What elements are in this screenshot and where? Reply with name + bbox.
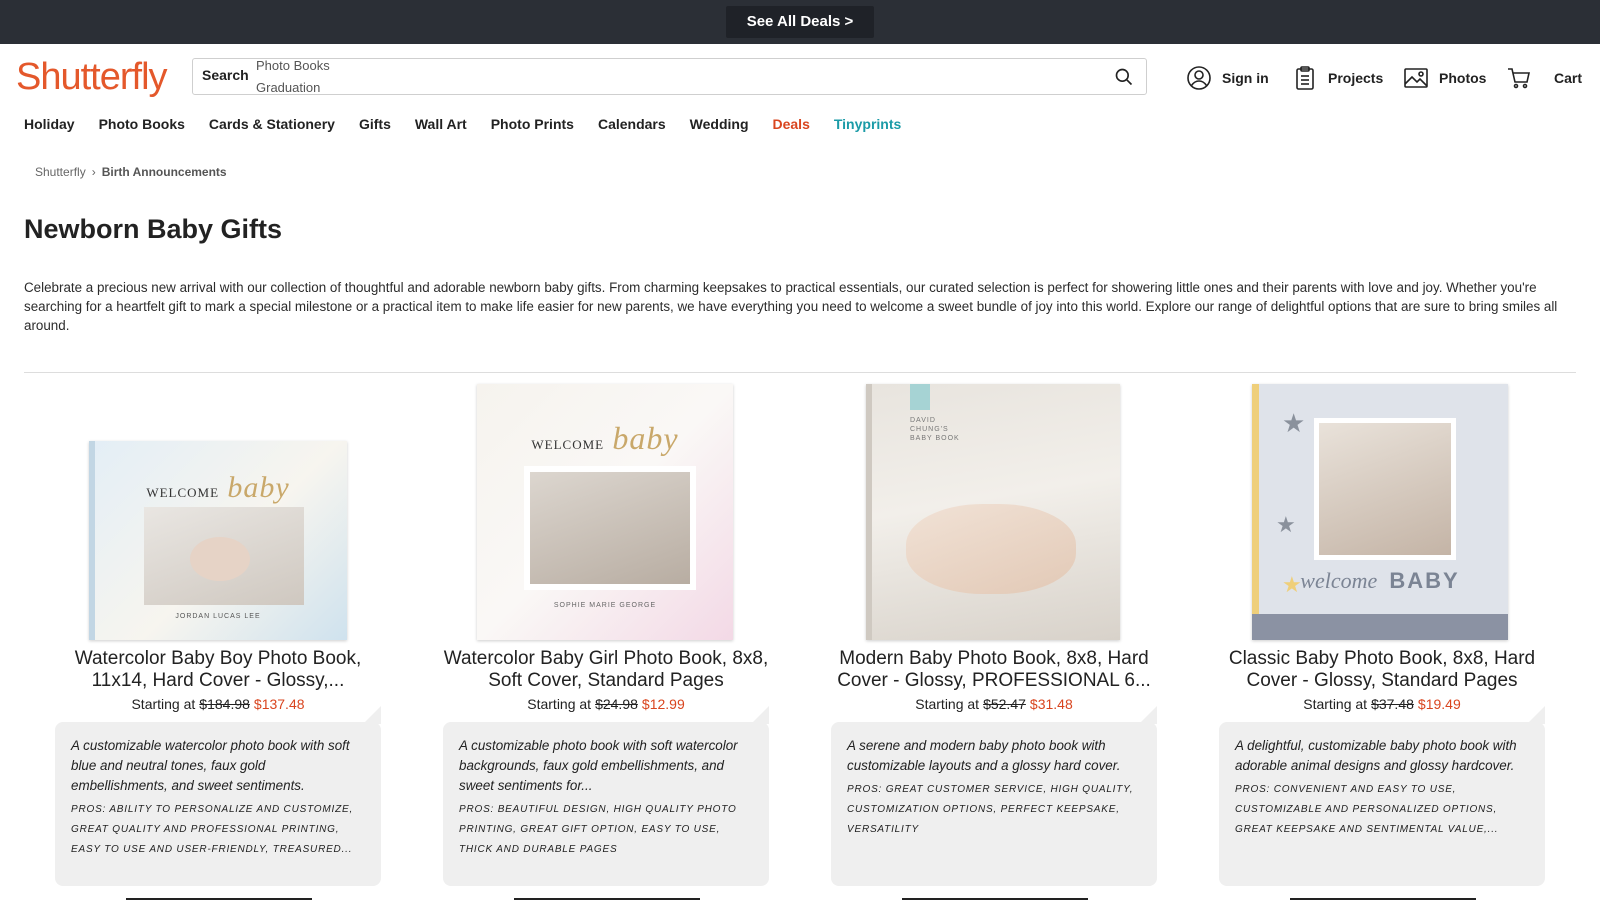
projects-link[interactable]: Projects <box>1292 64 1383 92</box>
book-cover: DAVID CHUNG'S BABY BOOK <box>866 384 1120 640</box>
product-card[interactable]: ★ ★ ★ welcome BABY Classic Baby Photo Bo… <box>1212 384 1552 886</box>
cover-heading: DAVID CHUNG'S BABY BOOK <box>910 417 960 442</box>
book-cover: WELCOME baby JORDAN LUCAS LEE <box>89 441 347 640</box>
nav-item-photo-prints[interactable]: Photo Prints <box>491 116 574 132</box>
review-summary: A customizable photo book with soft wate… <box>443 706 769 886</box>
cover-welcome: welcome <box>1300 568 1378 593</box>
product-image[interactable]: WELCOME baby SOPHIE MARIE GEORGE <box>436 384 776 640</box>
baby-photo <box>524 466 696 590</box>
see-all-deals-button[interactable]: See All Deals > <box>726 6 874 38</box>
star-icon: ★ <box>1276 512 1296 537</box>
nav-item-holiday[interactable]: Holiday <box>24 116 75 132</box>
old-price: $184.98 <box>199 696 250 712</box>
clipboard-icon <box>1296 66 1314 90</box>
nav-item-wall-art[interactable]: Wall Art <box>415 116 467 132</box>
promo-bar: See All Deals > <box>0 0 1600 44</box>
review-summary: A delightful, customizable baby photo bo… <box>1219 706 1545 886</box>
sale-price: $12.99 <box>641 696 685 712</box>
shutterfly-logo[interactable]: Shutterfly <box>16 57 168 97</box>
product-image[interactable]: WELCOME baby JORDAN LUCAS LEE <box>48 384 388 640</box>
old-price: $24.98 <box>595 696 638 712</box>
nav-item-tinyprints[interactable]: Tinyprints <box>834 116 901 132</box>
cart-link[interactable]: Cart <box>1506 64 1582 92</box>
price-line: Starting at $52.47 $31.48 <box>824 696 1164 712</box>
review-pros: Pros: Beautiful design, high quality pho… <box>459 804 737 855</box>
divider <box>24 372 1576 373</box>
nav-item-deals[interactable]: Deals <box>773 116 810 132</box>
product-card[interactable]: WELCOME baby JORDAN LUCAS LEE Watercolor… <box>48 384 388 886</box>
search-suggestion[interactable]: Graduation <box>256 77 330 94</box>
nav-item-wedding[interactable]: Wedding <box>690 116 749 132</box>
star-icon: ★ <box>1282 408 1306 438</box>
price-prefix: Starting at <box>1303 696 1368 712</box>
search-suggestions[interactable]: Photo Books Graduation <box>256 59 330 94</box>
review-pros: Pros: Great customer service, high quali… <box>847 784 1134 835</box>
product-image[interactable]: ★ ★ ★ welcome BABY <box>1212 384 1552 640</box>
product-title[interactable]: Watercolor Baby Girl Photo Book, 8x8, So… <box>436 648 776 692</box>
chevron-right-icon: › <box>91 165 96 179</box>
sale-price: $19.49 <box>1417 696 1461 712</box>
breadcrumb-root[interactable]: Shutterfly <box>35 165 86 179</box>
search-suggestion[interactable]: Photo Books <box>256 59 330 77</box>
sale-price: $137.48 <box>253 696 305 712</box>
bookmark-ribbon <box>910 384 930 410</box>
book-cover: WELCOME baby SOPHIE MARIE GEORGE <box>477 384 733 640</box>
main-nav: Holiday Photo Books Cards & Stationery G… <box>24 116 925 132</box>
product-title[interactable]: Modern Baby Photo Book, 8x8, Hard Cover … <box>824 648 1164 692</box>
cart-icon <box>1508 68 1530 89</box>
search-icon[interactable] <box>1114 67 1134 87</box>
nav-item-photo-books[interactable]: Photo Books <box>99 116 185 132</box>
photos-link[interactable]: Photos <box>1403 64 1486 92</box>
cover-welcome: WELCOME <box>146 485 220 500</box>
product-title[interactable]: Watercolor Baby Boy Photo Book, 11x14, H… <box>48 648 388 692</box>
book-cover: ★ ★ ★ welcome BABY <box>1252 384 1508 640</box>
breadcrumb-current[interactable]: Birth Announcements <box>102 165 227 179</box>
user-icon <box>1187 66 1211 90</box>
projects-label: Projects <box>1328 70 1384 86</box>
page-title: Newborn Baby Gifts <box>24 214 283 244</box>
price-line: Starting at $24.98 $12.99 <box>436 696 776 712</box>
product-title[interactable]: Classic Baby Photo Book, 8x8, Hard Cover… <box>1212 648 1552 692</box>
family-photo <box>1314 418 1456 560</box>
sign-in-label: Sign in <box>1222 70 1269 86</box>
price-prefix: Starting at <box>527 696 592 712</box>
cover-name: SOPHIE MARIE GEORGE <box>553 602 657 609</box>
review-pros: Pros: Convenient and easy to use, custom… <box>1235 784 1499 835</box>
product-card[interactable]: WELCOME baby SOPHIE MARIE GEORGE Waterco… <box>436 384 776 886</box>
search-label: Search <box>202 67 249 83</box>
breadcrumb: Shutterfly › Birth Announcements <box>35 165 227 179</box>
page-description: Celebrate a precious new arrival with ou… <box>24 280 1558 333</box>
old-price: $52.47 <box>983 696 1026 712</box>
cart-label: Cart <box>1554 70 1583 86</box>
review-text: A serene and modern baby photo book with… <box>847 738 1121 773</box>
price-line: Starting at $37.48 $19.49 <box>1212 696 1552 712</box>
nav-item-gifts[interactable]: Gifts <box>359 116 391 132</box>
image-icon <box>1404 68 1428 88</box>
nav-item-cards-stationery[interactable]: Cards & Stationery <box>209 116 335 132</box>
search-box[interactable]: Search Photo Books Graduation <box>192 58 1147 95</box>
sale-price: $31.48 <box>1029 696 1073 712</box>
product-image[interactable]: DAVID CHUNG'S BABY BOOK <box>824 384 1164 640</box>
review-summary: A serene and modern baby photo book with… <box>831 706 1157 886</box>
product-card[interactable]: DAVID CHUNG'S BABY BOOK Modern Baby Phot… <box>824 384 1164 886</box>
review-text: A customizable photo book with soft wate… <box>459 738 738 793</box>
cover-script: baby <box>612 420 679 456</box>
price-prefix: Starting at <box>131 696 196 712</box>
cover-name: JORDAN LUCAS LEE <box>175 613 261 620</box>
photos-label: Photos <box>1439 70 1487 86</box>
review-pros: Pros: Ability to personalize and customi… <box>71 804 354 855</box>
price-line: Starting at $184.98 $137.48 <box>48 696 388 712</box>
price-prefix: Starting at <box>915 696 980 712</box>
review-text: A customizable watercolor photo book wit… <box>71 738 350 793</box>
cover-script: baby <box>227 471 290 504</box>
old-price: $37.48 <box>1371 696 1414 712</box>
review-text: A delightful, customizable baby photo bo… <box>1235 738 1517 773</box>
cover-script: BABY <box>1389 568 1460 593</box>
cover-welcome: WELCOME <box>531 437 605 452</box>
baby-photo <box>906 504 1076 594</box>
nav-item-calendars[interactable]: Calendars <box>598 116 666 132</box>
baby-photo <box>144 507 304 605</box>
review-summary: A customizable watercolor photo book wit… <box>55 706 381 886</box>
sign-in-link[interactable]: Sign in <box>1186 64 1269 92</box>
